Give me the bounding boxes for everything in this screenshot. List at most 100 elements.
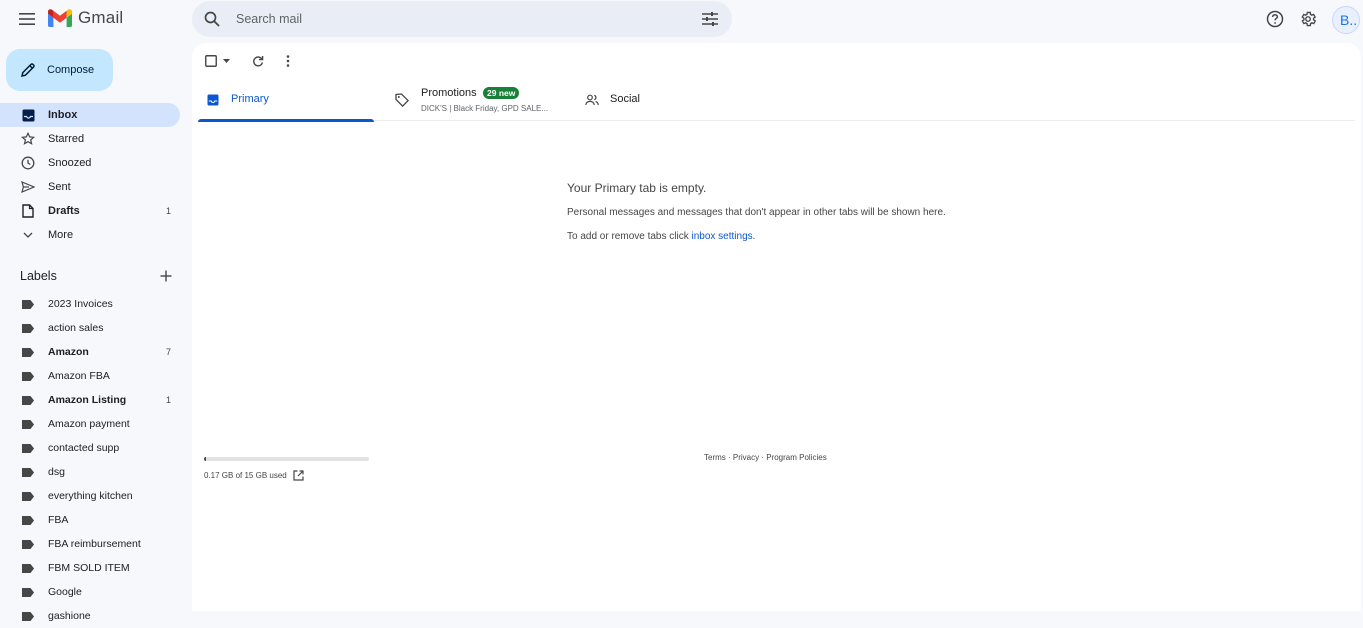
- tune-icon: [702, 12, 718, 26]
- category-tabs: Primary Promotions 29 new DICK'S | Black…: [198, 77, 1355, 122]
- label-item-fba[interactable]: FBA: [0, 508, 180, 532]
- empty-state: Your Primary tab is empty. Personal mess…: [567, 181, 946, 242]
- label-tag-icon: [21, 537, 35, 551]
- label-item-amazon-listing[interactable]: Amazon Listing 1: [0, 388, 180, 412]
- sidebar-item-inbox[interactable]: Inbox: [0, 103, 180, 127]
- hint-suffix: .: [752, 231, 756, 242]
- label-tag-icon: [21, 513, 35, 527]
- tab-label: Social: [610, 93, 640, 105]
- support-button[interactable]: [1264, 8, 1286, 30]
- label-item-dsg[interactable]: dsg: [0, 460, 180, 484]
- label-tag-icon: [21, 585, 35, 599]
- label-tag-icon: [21, 489, 35, 503]
- label-name: gashione: [48, 610, 91, 622]
- tab-label: Primary: [231, 93, 269, 105]
- label-name: Amazon payment: [48, 418, 130, 430]
- search-input[interactable]: [234, 11, 698, 27]
- label-tag-icon: [21, 345, 35, 359]
- footer-links: Terms · Privacy · Program Policies: [704, 453, 827, 462]
- label-item-everything-kitchen[interactable]: everything kitchen: [0, 484, 180, 508]
- hamburger-menu-icon: [19, 13, 35, 25]
- settings-button[interactable]: [1297, 8, 1319, 30]
- label-item-fba-reimbursement[interactable]: FBA reimbursement: [0, 532, 180, 556]
- inbox-settings-link[interactable]: inbox settings: [692, 231, 753, 242]
- sidebar-item-drafts[interactable]: Drafts 1: [0, 199, 180, 223]
- label-item-amazon-fba[interactable]: Amazon FBA: [0, 364, 180, 388]
- search-button[interactable]: [202, 9, 222, 29]
- main-menu-button[interactable]: [13, 5, 41, 33]
- label-item-google[interactable]: Google: [0, 580, 180, 604]
- storage-usage-text: 0.17 GB of 15 GB used: [204, 470, 287, 480]
- gmail-m-icon: [48, 9, 72, 27]
- empty-state-hint: To add or remove tabs click inbox settin…: [567, 231, 946, 242]
- manage-storage-button[interactable]: [293, 469, 305, 481]
- sidebar-item-snoozed[interactable]: Snoozed: [0, 151, 180, 175]
- mail-list-panel: Primary Promotions 29 new DICK'S | Black…: [192, 43, 1361, 611]
- label-tag-icon: [21, 441, 35, 455]
- label-name: Amazon FBA: [48, 370, 110, 382]
- label-item-fbm-sold-item[interactable]: FBM SOLD ITEM: [0, 556, 180, 580]
- select-options-dropdown[interactable]: [221, 54, 231, 68]
- storage-bar: [204, 457, 369, 461]
- chevron-down-icon: [20, 227, 36, 243]
- empty-state-title: Your Primary tab is empty.: [567, 181, 707, 195]
- gmail-logo[interactable]: Gmail: [48, 8, 123, 28]
- tab-social[interactable]: Social: [584, 77, 704, 121]
- program-policies-link[interactable]: Program Policies: [766, 453, 826, 462]
- privacy-link[interactable]: Privacy: [733, 453, 759, 462]
- label-name: Google: [48, 586, 82, 598]
- label-name: FBA: [48, 514, 69, 526]
- tab-snippet: DICK'S | Black Friday, GPD SALE...: [421, 104, 549, 113]
- label-tag-icon: [21, 369, 35, 383]
- caret-down-icon: [222, 59, 230, 63]
- account-avatar[interactable]: B..: [1332, 6, 1360, 34]
- sidebar-item-label: Sent: [48, 181, 71, 193]
- active-tab-indicator: [198, 119, 374, 122]
- label-tag-icon: [21, 297, 35, 311]
- app-header: Gmail Search mail B..: [0, 0, 1363, 40]
- compose-label: Compose: [47, 64, 95, 76]
- label-count: 7: [165, 347, 171, 357]
- sidebar-item-sent[interactable]: Sent: [0, 175, 180, 199]
- sidebar-item-label: Snoozed: [48, 157, 92, 169]
- tab-primary[interactable]: Primary: [198, 77, 374, 122]
- label-item-amazon[interactable]: Amazon 7: [0, 340, 180, 364]
- label-tag-icon: [21, 393, 35, 407]
- sidebar-item-label: More: [48, 229, 74, 241]
- label-item-gashione[interactable]: gashione: [0, 604, 180, 628]
- inbox-icon: [205, 92, 221, 108]
- label-tag-icon: [21, 321, 35, 335]
- tab-promotions[interactable]: Promotions 29 new DICK'S | Black Friday,…: [394, 77, 564, 121]
- storage-bar-fill: [204, 457, 206, 461]
- label-count: 1: [165, 395, 171, 405]
- checkbox-icon: [205, 55, 217, 67]
- sidebar-item-label: Inbox: [48, 109, 78, 121]
- more-actions-button[interactable]: [280, 53, 296, 69]
- help-icon: [1266, 10, 1284, 28]
- label-tag-icon: [21, 561, 35, 575]
- label-name: dsg: [48, 466, 65, 478]
- sidebar-item-starred[interactable]: Starred: [0, 127, 180, 151]
- label-item-2023-invoices[interactable]: 2023 Invoices: [0, 292, 180, 316]
- label-item-contacted-supp[interactable]: contacted supp: [0, 436, 180, 460]
- labels-title: Labels: [20, 269, 57, 283]
- create-label-button[interactable]: [158, 268, 174, 284]
- label-tag-icon: [21, 465, 35, 479]
- sidebar-item-more[interactable]: More: [0, 223, 180, 247]
- plus-icon: [160, 270, 172, 282]
- compose-button[interactable]: Compose: [6, 49, 113, 91]
- terms-link[interactable]: Terms: [704, 453, 726, 462]
- search-options-button[interactable]: [698, 7, 722, 31]
- label-name: Amazon Listing: [48, 394, 127, 406]
- pencil-icon: [19, 61, 37, 79]
- refresh-button[interactable]: [250, 53, 266, 69]
- select-all-checkbox[interactable]: [204, 54, 218, 68]
- label-item-action-sales[interactable]: action sales: [0, 316, 180, 340]
- label-name: contacted supp: [48, 442, 120, 454]
- label-name: everything kitchen: [48, 490, 133, 502]
- label-tag-icon: [21, 417, 35, 431]
- storage-meter: 0.17 GB of 15 GB used: [204, 457, 369, 481]
- tab-label: Promotions: [421, 87, 477, 99]
- hint-prefix: To add or remove tabs click: [567, 231, 692, 242]
- label-item-amazon-payment[interactable]: Amazon payment: [0, 412, 180, 436]
